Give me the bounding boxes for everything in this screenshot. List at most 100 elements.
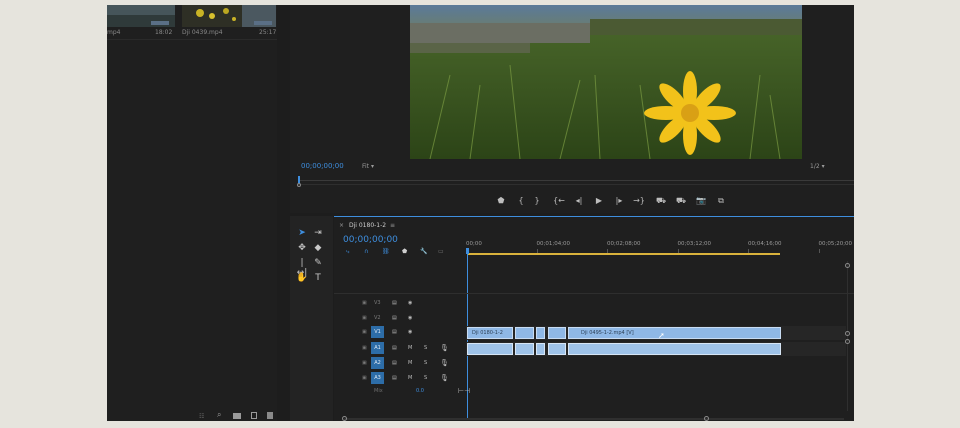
resolution-dropdown[interactable]: 1/2 ▾	[810, 163, 825, 170]
sequence-tab[interactable]: Dji 0180-1-2	[349, 222, 386, 229]
vertical-scrollbar[interactable]	[847, 261, 848, 411]
trash-icon[interactable]	[267, 412, 273, 419]
track-a1-lock-icon[interactable]: ▣	[362, 345, 367, 351]
horizontal-scrollbar[interactable]	[344, 418, 844, 420]
track-select-icon[interactable]: ⇥	[312, 228, 324, 238]
track-a2-mute[interactable]: M	[408, 360, 412, 366]
selection-tool-icon[interactable]: ➤	[296, 228, 308, 238]
track-v3-lock-icon[interactable]: ▣	[362, 300, 367, 306]
track-v3-sync-icon[interactable]: ▤	[392, 300, 397, 306]
track-a1-solo[interactable]: S	[424, 345, 427, 351]
track-v2-lock-icon[interactable]: ▣	[362, 315, 367, 321]
work-area-bar[interactable]	[467, 253, 780, 255]
scrubber-track[interactable]	[298, 180, 854, 181]
track-v2[interactable]: ▣ V2 ▤ ◉	[358, 312, 458, 324]
track-a3-mute[interactable]: M	[408, 375, 412, 381]
ruler-tick	[818, 249, 820, 253]
track-a2[interactable]: ▣ A2 ▤ M S 🎙	[358, 357, 468, 369]
scroll-handle-right[interactable]	[704, 416, 709, 421]
extract-icon[interactable]: ⛟	[675, 196, 687, 206]
folder-icon[interactable]	[233, 413, 241, 419]
track-a1-mic-icon[interactable]: 🎙	[440, 344, 449, 352]
track-v2-eye-icon[interactable]: ◉	[408, 315, 412, 321]
track-v1[interactable]: ▣ V1 ▤ ◉	[358, 326, 458, 338]
add-marker-icon[interactable]: ⬟	[402, 248, 407, 255]
mark-in-icon[interactable]: {	[515, 196, 527, 205]
video-clip-5[interactable]: Dji 0495-1-2.mp4 [V]	[568, 327, 781, 339]
audio-clip-3[interactable]	[536, 343, 545, 355]
audio-clip-1[interactable]	[467, 343, 513, 355]
track-a2-lock-icon[interactable]: ▣	[362, 360, 367, 366]
lift-icon[interactable]: ⛟	[655, 196, 667, 206]
vscroll-handle-mid[interactable]	[845, 331, 850, 336]
video-frame[interactable]	[410, 5, 802, 159]
track-v1-sync-icon[interactable]: ▤	[392, 329, 397, 335]
go-to-out-icon[interactable]: →}	[633, 196, 645, 205]
track-a2-label[interactable]: A2	[371, 357, 384, 369]
audio-clip-4[interactable]	[548, 343, 566, 355]
mark-out-icon[interactable]: }	[531, 196, 543, 205]
track-v1-eye-icon[interactable]: ◉	[408, 329, 412, 335]
thumbnail-2[interactable]	[182, 5, 276, 27]
track-v2-sync-icon[interactable]: ▤	[392, 315, 397, 321]
zoom-bar[interactable]	[298, 184, 854, 185]
marker-icon[interactable]: ⬟	[495, 196, 507, 205]
wrench-icon[interactable]: 🔧	[420, 248, 427, 255]
scroll-handle-left[interactable]	[342, 416, 347, 421]
zoom-handle-left[interactable]	[297, 183, 301, 187]
video-clip-2[interactable]	[515, 327, 534, 339]
audio-clip-5[interactable]	[568, 343, 781, 355]
track-a1-mute[interactable]: M	[408, 345, 412, 351]
export-frame-icon[interactable]: 📷	[695, 196, 707, 205]
timeline-timecode[interactable]: 00;00;00;00	[343, 235, 398, 245]
snap-icon[interactable]: ∩	[364, 248, 368, 255]
track-a3-label[interactable]: A3	[371, 372, 384, 384]
search-icon[interactable]: ⌕	[217, 411, 221, 419]
track-a2-sync-icon[interactable]: ▤	[392, 360, 397, 366]
mix-go-to-icon[interactable]: ⊢⊣	[458, 387, 470, 395]
track-a3-solo[interactable]: S	[424, 375, 427, 381]
thumbnail-1[interactable]	[107, 5, 175, 27]
close-sequence-icon[interactable]: ×	[339, 222, 344, 229]
hand-icon[interactable]: ✋	[296, 273, 308, 283]
track-a3[interactable]: ▣ A3 ▤ M S 🎙	[358, 372, 468, 384]
linked-selection-icon[interactable]: ⛓	[382, 248, 390, 255]
track-a1-sync-icon[interactable]: ▤	[392, 345, 397, 351]
razor-icon[interactable]: ◆	[312, 243, 324, 253]
tab-menu-icon[interactable]: ≡	[390, 222, 395, 229]
fit-dropdown[interactable]: Fit ▾	[362, 163, 374, 170]
type-icon[interactable]: T	[312, 273, 324, 283]
track-v1-label[interactable]: V1	[371, 326, 384, 338]
ripple-edit-icon[interactable]: ✥	[296, 243, 308, 253]
track-a3-sync-icon[interactable]: ▤	[392, 375, 397, 381]
step-forward-icon[interactable]: |▸	[613, 196, 625, 205]
video-clip-1[interactable]: Dji 0180-1-2	[467, 327, 513, 339]
go-to-in-icon[interactable]: {←	[553, 196, 565, 205]
vscroll-handle-top[interactable]	[845, 263, 850, 268]
mix-value[interactable]: 0.0	[416, 388, 424, 394]
nest-toggle-icon[interactable]: ⤷	[346, 248, 349, 255]
pen-icon[interactable]: ✎	[312, 258, 324, 268]
vscroll-handle-bottom[interactable]	[845, 339, 850, 344]
track-mix[interactable]: Mix 0.0 ⊢⊣	[358, 385, 470, 397]
step-back-icon[interactable]: ◂|	[573, 196, 585, 205]
track-a1[interactable]: ▣ A1 ▤ M S 🎙	[358, 342, 468, 354]
program-timecode[interactable]: 00;00;00;00	[301, 163, 344, 170]
time-ruler[interactable]: 00;00 00;01;04;00 00;02;08;00 00;03;12;00 00…	[466, 241, 854, 259]
button-editor-icon[interactable]: ⧉	[715, 196, 727, 206]
track-v3[interactable]: ▣ V3 ▤ ◉	[358, 297, 458, 309]
captions-icon[interactable]: ▭	[438, 248, 444, 255]
track-a2-solo[interactable]: S	[424, 360, 427, 366]
play-icon[interactable]: ▶	[593, 196, 605, 205]
audio-clip-2[interactable]	[515, 343, 534, 355]
new-item-icon[interactable]	[251, 412, 257, 419]
track-v3-eye-icon[interactable]: ◉	[408, 300, 412, 306]
track-v1-lock-icon[interactable]: ▣	[362, 329, 367, 335]
list-view-icon[interactable]: ☷	[199, 413, 204, 420]
video-clip-4[interactable]	[548, 327, 566, 339]
track-a2-mic-icon[interactable]: 🎙	[440, 359, 449, 367]
video-clip-3[interactable]	[536, 327, 545, 339]
track-a3-lock-icon[interactable]: ▣	[362, 375, 367, 381]
track-a1-label[interactable]: A1	[371, 342, 384, 354]
track-a3-mic-icon[interactable]: 🎙	[440, 374, 449, 382]
